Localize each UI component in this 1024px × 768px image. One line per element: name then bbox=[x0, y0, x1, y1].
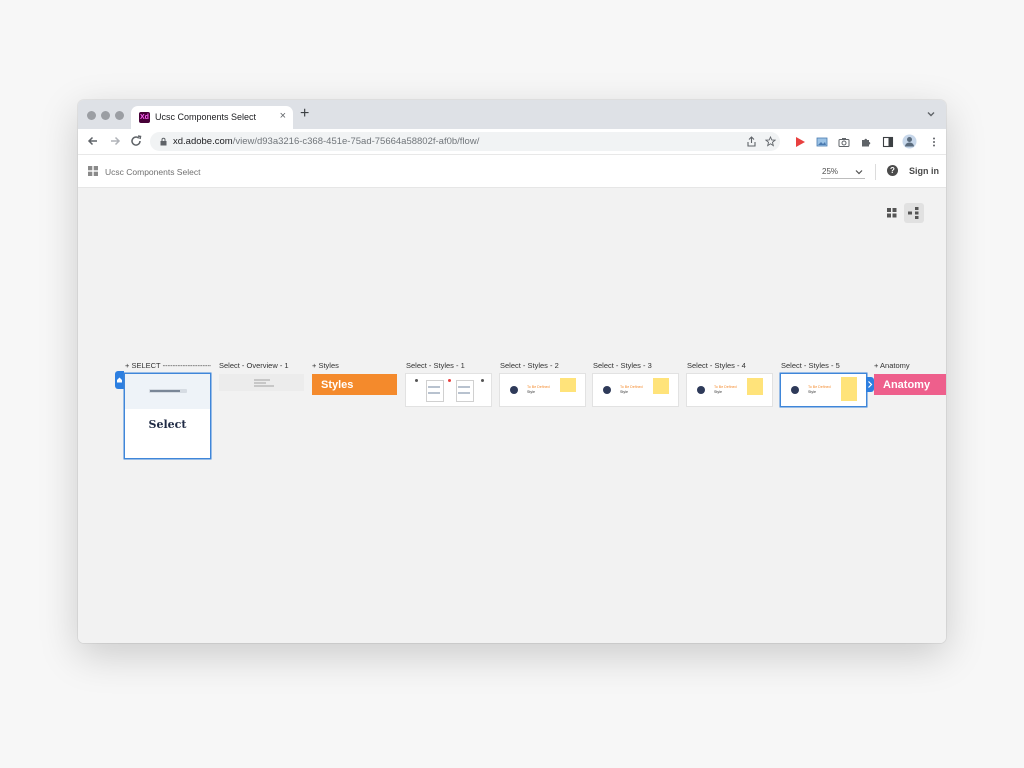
mini-subtitle: Style bbox=[714, 390, 722, 394]
tab-title: Ucsc Components Select bbox=[155, 112, 257, 122]
mini-subtitle: Style bbox=[527, 390, 535, 394]
header-divider bbox=[875, 164, 876, 180]
artboard-label: Select - Overview - 1 bbox=[219, 361, 289, 370]
artboard-styles-banner[interactable]: Styles bbox=[312, 374, 397, 395]
share-icon[interactable] bbox=[746, 136, 757, 147]
xd-favicon-icon: Xd bbox=[139, 112, 150, 123]
mini-form-frame bbox=[426, 380, 444, 402]
flow-view-icon bbox=[908, 207, 919, 219]
camera-icon[interactable] bbox=[838, 136, 850, 148]
mini-title: To Be Defined bbox=[808, 385, 831, 389]
tab-close-icon[interactable]: × bbox=[280, 110, 286, 122]
side-panel-icon[interactable] bbox=[882, 136, 894, 148]
artboard-styles-4[interactable]: To Be Defined Style bbox=[687, 374, 772, 406]
grid-view-icon bbox=[887, 208, 897, 218]
grid-icon[interactable] bbox=[88, 166, 98, 176]
cover-heading: Select bbox=[148, 418, 187, 431]
mini-select-text-line bbox=[150, 390, 180, 392]
overview-line bbox=[254, 379, 270, 381]
sticky-note bbox=[747, 378, 763, 395]
tab-search-chevron-icon[interactable] bbox=[926, 109, 936, 119]
artboard-select-cover[interactable]: Select bbox=[125, 374, 210, 458]
extension-image-icon[interactable] bbox=[816, 136, 828, 148]
mini-form-line bbox=[458, 386, 470, 388]
artboard-styles-3[interactable]: To Be Defined Style bbox=[593, 374, 678, 406]
artboard-label: Select - Styles - 5 bbox=[781, 361, 840, 370]
sticky-note bbox=[560, 378, 576, 392]
seal-icon bbox=[697, 386, 705, 394]
mini-dot bbox=[415, 379, 418, 382]
artboard-label: Select - Styles - 2 bbox=[500, 361, 559, 370]
artboard-overview[interactable] bbox=[219, 374, 304, 391]
zoom-value: 25% bbox=[822, 167, 839, 176]
window-close-button[interactable] bbox=[87, 111, 96, 120]
mini-title: To Be Defined bbox=[527, 385, 550, 389]
artboard-label: Select - Styles - 3 bbox=[593, 361, 652, 370]
artboard-label: Select - Styles - 4 bbox=[687, 361, 746, 370]
tab-strip: Xd Ucsc Components Select × + bbox=[78, 100, 946, 129]
browser-window: Xd Ucsc Components Select × + xd.adobe.c… bbox=[78, 100, 946, 643]
mini-form-line bbox=[428, 386, 440, 388]
help-icon[interactable]: ? bbox=[887, 165, 898, 176]
window-minimize-button[interactable] bbox=[101, 111, 110, 120]
mini-subtitle: Style bbox=[808, 390, 816, 394]
artboard-styles-2[interactable]: To Be Defined Style bbox=[500, 374, 585, 406]
artboard-label: Select - Styles - 1 bbox=[406, 361, 465, 370]
styles-banner-text: Styles bbox=[321, 379, 354, 391]
xd-header: Ucsc Components Select 25% ? Sign in bbox=[78, 155, 946, 188]
url-text[interactable]: xd.adobe.com/view/d93a3216-c368-451e-75a… bbox=[173, 136, 479, 147]
sticky-note bbox=[841, 377, 857, 401]
puzzle-extensions-icon[interactable] bbox=[860, 136, 872, 148]
mini-title: To Be Defined bbox=[714, 385, 737, 389]
home-icon bbox=[117, 377, 122, 383]
flow-connector-arrow[interactable] bbox=[866, 377, 874, 392]
artboard-label: + SELECT -------------------------------… bbox=[125, 361, 211, 370]
zoom-select[interactable]: 25% bbox=[821, 166, 865, 179]
mini-dot bbox=[481, 379, 484, 382]
mini-dot bbox=[448, 379, 451, 382]
browser-tab[interactable]: Xd Ucsc Components Select × bbox=[131, 106, 293, 129]
profile-avatar-icon[interactable] bbox=[902, 134, 917, 149]
seal-icon bbox=[791, 386, 799, 394]
document-title: Ucsc Components Select bbox=[105, 167, 201, 177]
mini-form-line bbox=[458, 392, 470, 394]
flow-view-button[interactable] bbox=[904, 203, 924, 223]
artboard-label: + Anatomy bbox=[874, 361, 910, 370]
sign-in-link[interactable]: Sign in bbox=[909, 166, 939, 176]
overview-line bbox=[254, 385, 274, 387]
more-menu-icon[interactable] bbox=[928, 136, 940, 148]
reload-icon[interactable] bbox=[129, 134, 143, 148]
extension-red-play-icon[interactable] bbox=[794, 136, 806, 148]
browser-toolbar: xd.adobe.com/view/d93a3216-c368-451e-75a… bbox=[78, 129, 946, 155]
artboard-styles-5[interactable]: To Be Defined Style bbox=[781, 374, 866, 406]
overview-line bbox=[254, 382, 266, 384]
sticky-note bbox=[653, 378, 669, 394]
mini-title: To Be Defined bbox=[620, 385, 643, 389]
home-artboard-flag[interactable] bbox=[115, 371, 124, 389]
forward-arrow-icon[interactable] bbox=[108, 134, 122, 148]
mini-form-line bbox=[428, 392, 440, 394]
artboard-label: + Styles bbox=[312, 361, 339, 370]
mini-subtitle: Style bbox=[620, 390, 628, 394]
star-icon[interactable] bbox=[765, 136, 776, 147]
seal-icon bbox=[510, 386, 518, 394]
address-bar[interactable]: xd.adobe.com/view/d93a3216-c368-451e-75a… bbox=[150, 132, 780, 151]
artboard-anatomy-banner[interactable]: Anatomy bbox=[874, 374, 946, 395]
chevron-down-icon bbox=[855, 170, 863, 175]
chevron-right-icon bbox=[868, 381, 873, 388]
mini-form-frame bbox=[456, 380, 474, 402]
seal-icon bbox=[603, 386, 611, 394]
flow-canvas: + SELECT -------------------------------… bbox=[78, 188, 946, 643]
window-maximize-button[interactable] bbox=[115, 111, 124, 120]
lock-icon[interactable] bbox=[159, 137, 168, 146]
anatomy-banner-text: Anatomy bbox=[883, 379, 931, 391]
back-arrow-icon[interactable] bbox=[86, 134, 100, 148]
artboard-styles-1[interactable] bbox=[406, 374, 491, 406]
new-tab-button[interactable]: + bbox=[300, 105, 309, 123]
grid-view-button[interactable] bbox=[882, 203, 902, 223]
